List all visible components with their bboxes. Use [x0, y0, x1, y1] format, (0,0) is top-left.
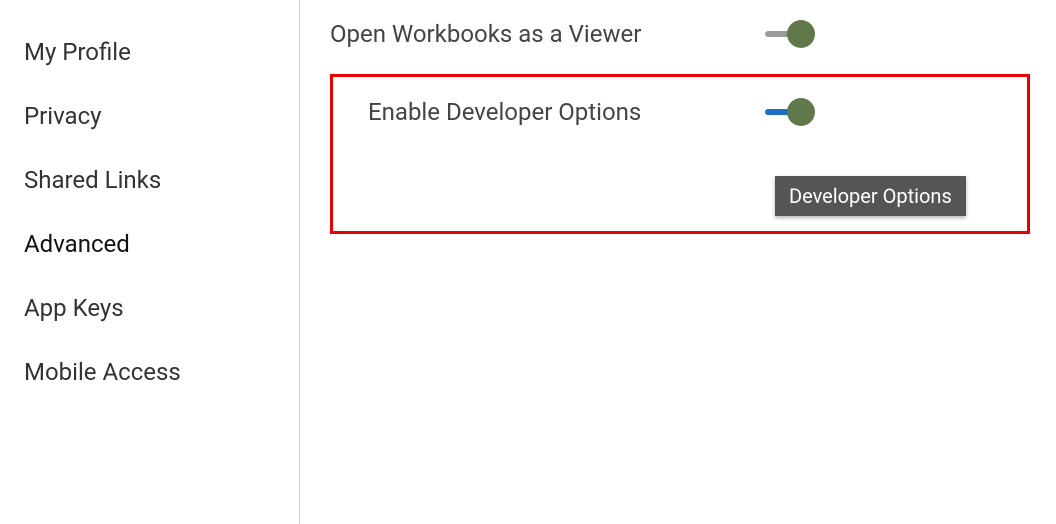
sidebar-item-advanced[interactable]: Advanced [0, 212, 299, 276]
sidebar-item-shared-links[interactable]: Shared Links [0, 148, 299, 212]
setting-enable-developer: Enable Developer Options [368, 98, 815, 126]
sidebar-item-mobile-access[interactable]: Mobile Access [0, 340, 299, 404]
toggle-enable-developer[interactable] [765, 98, 815, 126]
setting-open-workbooks: Open Workbooks as a Viewer [330, 20, 815, 48]
setting-label-enable-developer: Enable Developer Options [368, 98, 641, 126]
settings-sidebar: My Profile Privacy Shared Links Advanced… [0, 0, 300, 524]
tooltip-developer-options: Developer Options [775, 176, 966, 216]
toggle-open-workbooks[interactable] [765, 20, 815, 48]
toggle-knob-icon [787, 20, 815, 48]
sidebar-item-my-profile[interactable]: My Profile [0, 20, 299, 84]
toggle-knob-icon [787, 98, 815, 126]
sidebar-item-app-keys[interactable]: App Keys [0, 276, 299, 340]
setting-label-open-workbooks: Open Workbooks as a Viewer [330, 20, 641, 48]
main-content: Open Workbooks as a Viewer Enable Develo… [300, 0, 1056, 524]
sidebar-item-privacy[interactable]: Privacy [0, 84, 299, 148]
